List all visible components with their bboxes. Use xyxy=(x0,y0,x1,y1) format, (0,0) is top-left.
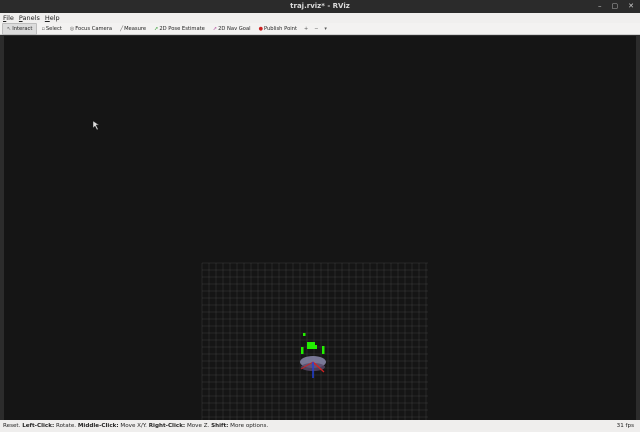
add-tool-button[interactable]: + xyxy=(301,24,311,34)
interact-icon: ↖ xyxy=(7,25,12,32)
point-marker-left xyxy=(301,347,304,354)
tool-bar: ↖ Interact ▫ Select ◎ Focus Camera ╱ Measure… xyxy=(0,22,640,35)
status-right-click-value: Move Z. xyxy=(186,423,210,429)
point-cluster xyxy=(307,342,315,349)
render-3d-viewport[interactable] xyxy=(4,36,636,420)
close-icon[interactable]: ✕ xyxy=(628,2,634,10)
remove-tool-button[interactable]: − xyxy=(311,24,321,34)
status-left-click-key: Left-Click: xyxy=(22,423,55,429)
pose-estimate-tool-button[interactable]: ➚ 2D Pose Estimate xyxy=(150,24,209,34)
plus-icon: + xyxy=(304,25,309,32)
publish-point-tool-button[interactable]: ● Publish Point xyxy=(255,24,301,34)
status-bar: Reset. Left-Click: Rotate. Middle-Click:… xyxy=(0,420,640,432)
mouse-cursor-icon xyxy=(93,121,100,131)
window-title: traj.rviz* - RViz xyxy=(290,2,350,10)
window-titlebar: traj.rviz* - RViz – ▢ ✕ xyxy=(0,0,640,13)
point-marker-right xyxy=(322,346,325,354)
point-marker-top xyxy=(303,333,306,336)
right-dock-edge[interactable] xyxy=(636,36,640,420)
menu-help[interactable]: Help xyxy=(45,14,60,22)
status-left-click-value: Rotate. xyxy=(55,423,77,429)
menu-bar: File Panels Help xyxy=(0,13,640,23)
focus-camera-icon: ◎ xyxy=(69,25,75,32)
minus-icon: − xyxy=(314,25,319,32)
select-tool-button[interactable]: ▫ Select xyxy=(37,24,65,34)
status-middle-click-value: Move X/Y. xyxy=(120,423,147,429)
nav-goal-arrow-icon: ➚ xyxy=(212,25,218,32)
focus-camera-tool-button[interactable]: ◎ Focus Camera xyxy=(66,24,116,34)
minimize-icon[interactable]: – xyxy=(598,2,602,10)
status-reset[interactable]: Reset. xyxy=(3,423,20,429)
measure-icon: ╱ xyxy=(120,25,124,32)
menu-file[interactable]: File xyxy=(3,14,14,22)
point-marker-small xyxy=(315,345,317,349)
pose-arrow-icon: ➚ xyxy=(154,25,159,32)
tool-options-button[interactable]: ▾ xyxy=(321,24,330,34)
measure-tool-button[interactable]: ╱ Measure xyxy=(116,24,150,34)
interact-tool-button[interactable]: ↖ Interact xyxy=(2,22,38,35)
status-shift-value: More options. xyxy=(230,423,269,429)
select-icon: ▫ xyxy=(41,25,45,32)
fps-counter: 31 fps xyxy=(616,423,634,429)
nav-goal-tool-button[interactable]: ➚ 2D Nav Goal xyxy=(209,24,255,34)
menu-panels[interactable]: Panels xyxy=(19,14,40,22)
status-middle-click-key: Middle-Click: xyxy=(77,423,119,429)
scene-canvas[interactable] xyxy=(4,36,636,420)
status-right-click-key: Right-Click: xyxy=(148,423,186,429)
chevron-down-icon: ▾ xyxy=(324,25,327,32)
maximize-icon[interactable]: ▢ xyxy=(612,2,619,10)
ground-grid xyxy=(201,262,428,420)
status-shift-key: Shift: xyxy=(211,423,229,429)
publish-point-icon: ● xyxy=(258,25,263,32)
